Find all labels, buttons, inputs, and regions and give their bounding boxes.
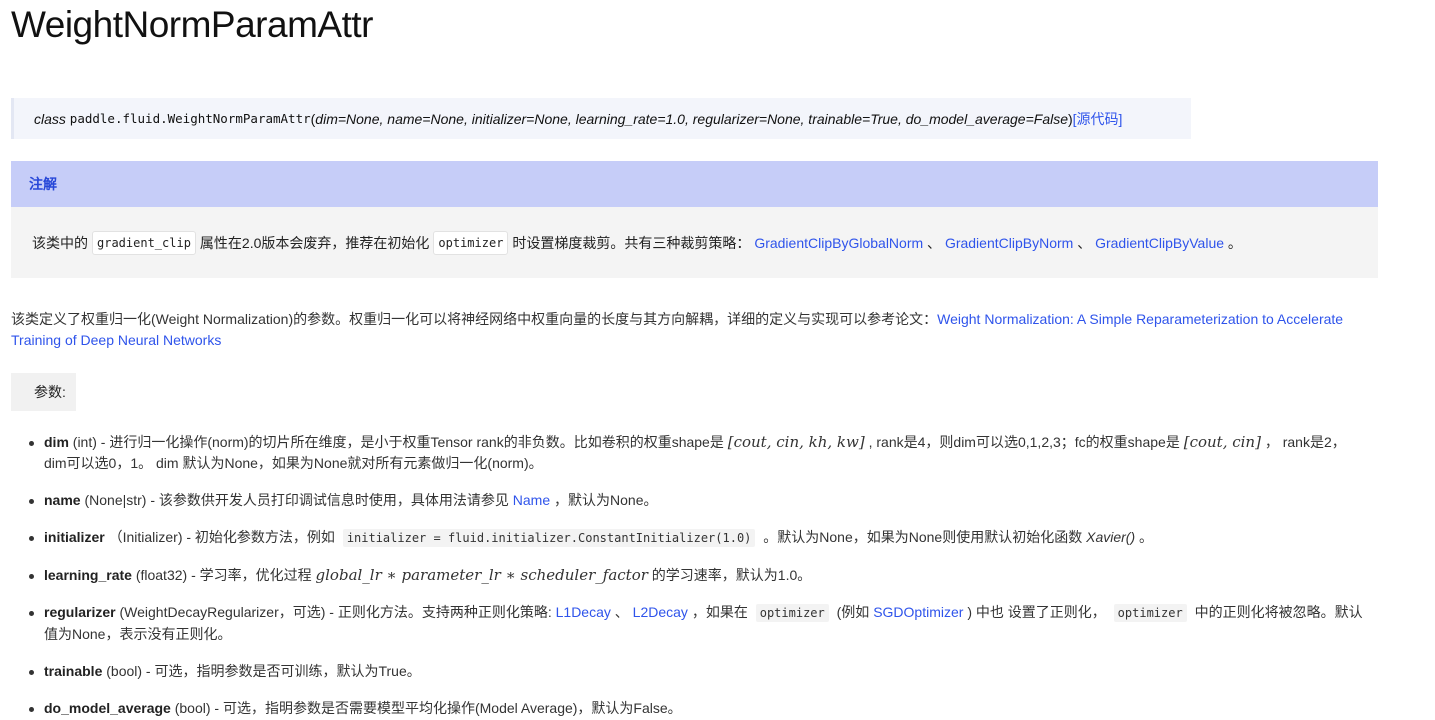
math-fc-shape: [cout, cin]: [1183, 433, 1261, 451]
xavier-function: Xavier(): [1086, 529, 1136, 545]
list-item: learning_rate (float32) - 学习率，优化过程 globa…: [29, 565, 1364, 586]
param-trainable-text: (bool) - 可选，指明参数是否可训练，默认为True。: [102, 663, 421, 679]
list-item: regularizer (WeightDecayRegularizer，可选) …: [29, 602, 1364, 645]
link-name[interactable]: Name: [513, 492, 550, 508]
signature-module-path: paddle.fluid.WeightNormParamAttr: [69, 111, 311, 126]
code-optimizer-1: optimizer: [755, 604, 829, 622]
param-lr-text-1: (float32) - 学习率，优化过程: [131, 567, 316, 583]
class-signature: class paddle.fluid.WeightNormParamAttr(d…: [11, 98, 1191, 139]
list-item: initializer （Initializer) - 初始化参数方法，例如 i…: [29, 527, 1364, 549]
param-name-learning-rate: learning_rate: [44, 567, 132, 583]
param-name-regularizer: regularizer: [44, 604, 116, 620]
note-text-1: 该类中的: [32, 234, 88, 251]
param-reg-text-4: ) 中也 设置了正则化，: [963, 604, 1110, 620]
note-heading: 注解: [11, 161, 1378, 207]
param-reg-text-3: (例如: [832, 604, 874, 620]
param-name-do-model-average: do_model_average: [44, 700, 171, 716]
math-learning-rate: global_lr ∗ parameter_lr ∗ scheduler_fac…: [315, 566, 648, 584]
link-l1decay[interactable]: L1Decay: [556, 604, 611, 620]
link-gradient-clip-by-global-norm[interactable]: GradientClipByGlobalNorm: [754, 235, 923, 251]
note-text-3: 时设置梯度裁剪。共有三种裁剪策略：: [512, 234, 751, 251]
source-code-link[interactable]: [源代码]: [1073, 109, 1123, 129]
param-reg-text-1: (WeightDecayRegularizer，可选) - 正则化方法。支持两种…: [115, 604, 556, 620]
signature-keyword: class: [34, 110, 66, 127]
page-title: WeightNormParamAttr: [11, 4, 373, 45]
param-dim-text-2: , rank是4，则dim可以选0,1,2,3；fc的权重shape是: [864, 434, 1184, 450]
link-gradient-clip-by-norm[interactable]: GradientClipByNorm: [945, 235, 1073, 251]
link-gradient-clip-by-value[interactable]: GradientClipByValue: [1095, 235, 1224, 251]
math-conv-shape: [cout, cin, kh, kw]: [727, 433, 865, 451]
param-name-text-2: ，默认为None。: [550, 492, 658, 508]
list-item: do_model_average (bool) - 可选，指明参数是否需要模型平…: [29, 698, 1364, 719]
code-optimizer: optimizer: [433, 230, 509, 255]
param-lr-text-2: 的学习速率，默认为1.0。: [647, 567, 812, 583]
param-name-initializer: initializer: [44, 529, 105, 545]
param-reg-text-2: ，如果在: [687, 604, 752, 620]
params-label: 参数:: [11, 373, 76, 411]
param-initializer-text-1: （Initializer) - 初始化参数方法，例如: [104, 529, 339, 545]
param-list: dim (int) - 进行归一化操作(norm)的切片所在维度，是小于权重Te…: [0, 432, 1364, 720]
class-description: 该类定义了权重归一化(Weight Normalization)的参数。权重归一…: [11, 309, 1381, 351]
param-initializer-text-3: 。: [1135, 529, 1154, 545]
param-name-trainable: trainable: [44, 663, 103, 679]
param-name-name: name: [44, 492, 81, 508]
param-dma-text: (bool) - 可选，指明参数是否需要模型平均化操作(Model Averag…: [170, 700, 682, 716]
signature-params: dim=None, name=None, initializer=None, l…: [315, 110, 1068, 127]
param-initializer-text-2: 。默认为None，如果为None则使用默认初始化函数: [759, 529, 1087, 545]
note-body: 该类中的 gradient_clip 属性在2.0版本会废弃，推荐在初始化 optim…: [11, 207, 1378, 278]
doc-page: WeightNormParamAttr class paddle.fluid.W…: [0, 0, 1435, 720]
description-text: 该类定义了权重归一化(Weight Normalization)的参数。权重归一…: [11, 311, 938, 327]
note-separator-2: 、: [1077, 234, 1092, 251]
code-initializer-example: initializer = fluid.initializer.Constant…: [342, 529, 756, 547]
note-box: 注解 该类中的 gradient_clip 属性在2.0版本会废弃，推荐在初始化 op…: [11, 161, 1378, 278]
note-separator-1: 、: [927, 234, 942, 251]
link-l2decay[interactable]: L2Decay: [633, 604, 688, 620]
param-reg-sep: 、: [610, 604, 633, 620]
param-dim-text-1: (int) - 进行归一化操作(norm)的切片所在维度，是小于权重Tensor…: [68, 434, 728, 450]
param-name-dim: dim: [44, 434, 69, 450]
link-sgdoptimizer[interactable]: SGDOptimizer: [873, 604, 963, 620]
list-item: dim (int) - 进行归一化操作(norm)的切片所在维度，是小于权重Te…: [29, 432, 1364, 474]
note-text-2: 属性在2.0版本会废弃，推荐在初始化: [199, 234, 430, 251]
code-gradient-clip: gradient_clip: [92, 230, 196, 255]
list-item: trainable (bool) - 可选，指明参数是否可训练，默认为True。: [29, 661, 1364, 682]
note-end: 。: [1227, 234, 1242, 251]
list-item: name (None|str) - 该参数供开发人员打印调试信息时使用，具体用法…: [29, 490, 1364, 511]
param-name-text-1: (None|str) - 该参数供开发人员打印调试信息时使用，具体用法请参见: [80, 492, 513, 508]
code-optimizer-2: optimizer: [1113, 604, 1187, 622]
